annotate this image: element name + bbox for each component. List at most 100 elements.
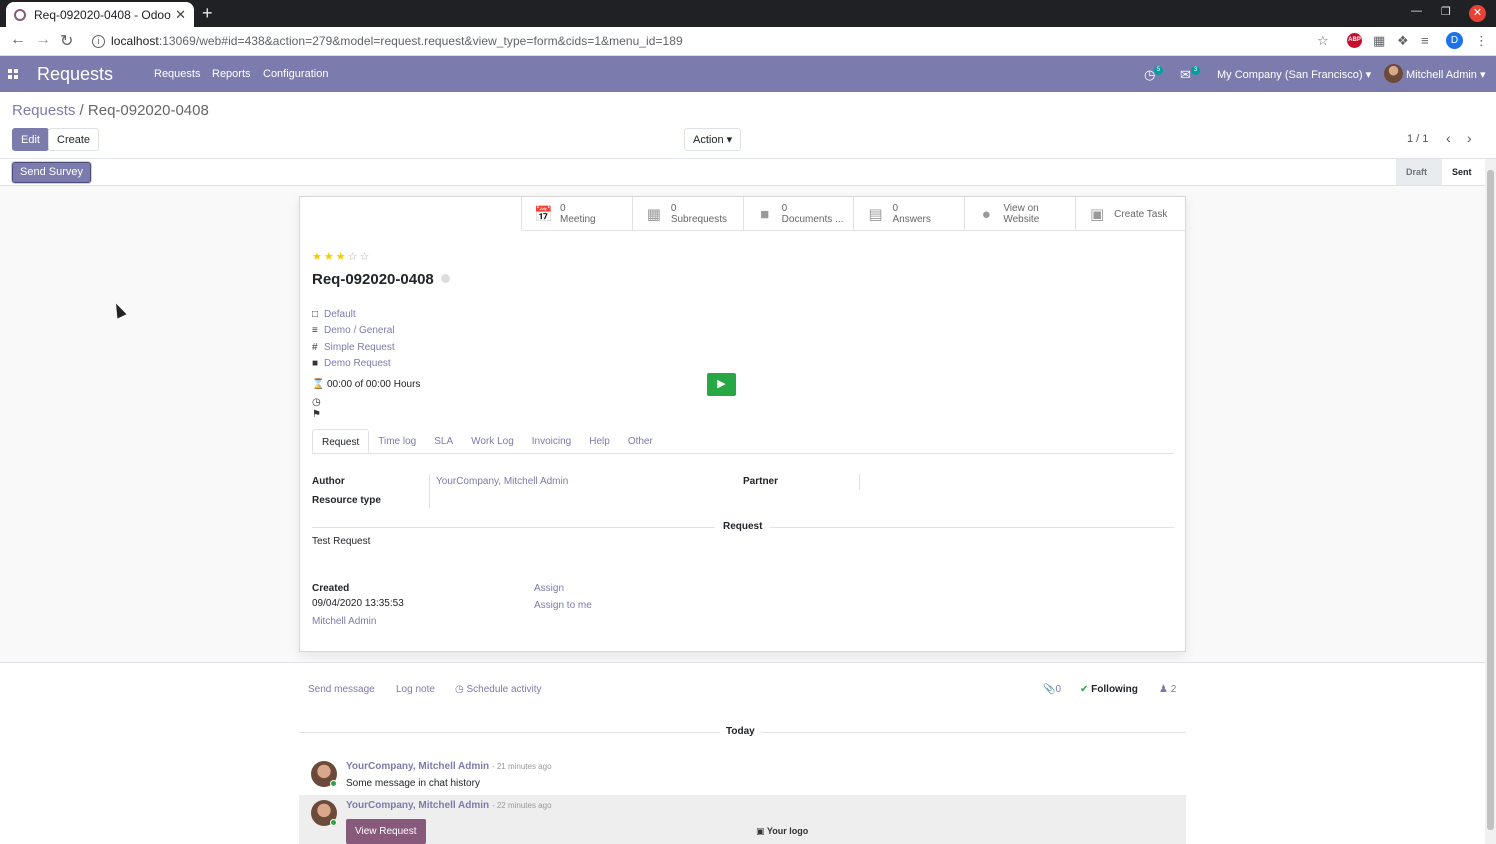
send-survey-button[interactable]: Send Survey — [12, 162, 91, 183]
message-author[interactable]: YourCompany, Mitchell Admin — [346, 761, 489, 772]
create-task-label: Create Task — [1114, 208, 1168, 220]
star-filled-icon[interactable]: ★ — [324, 251, 336, 263]
tab-request[interactable]: Request — [312, 429, 370, 453]
site-info-icon[interactable]: i — [92, 34, 105, 48]
user-menu[interactable]: Mitchell Admin ▾ — [1406, 68, 1486, 81]
kanban-state-dot[interactable] — [441, 274, 450, 283]
company-switcher[interactable]: My Company (San Francisco) ▾ — [1217, 68, 1371, 81]
browser-tab[interactable]: Req-092020-0408 - Odoo ✕ — [6, 2, 194, 27]
reload-icon[interactable]: ↻ — [60, 31, 73, 51]
category-link[interactable]: Demo / General — [324, 325, 395, 336]
star-filled-icon[interactable]: ★ — [312, 251, 324, 263]
scrollbar-thumb[interactable] — [1487, 170, 1494, 830]
forward-icon[interactable]: → — [35, 31, 51, 49]
action-label: Action — [693, 134, 724, 146]
message-author[interactable]: YourCompany, Mitchell Admin — [346, 800, 489, 811]
paperclip-icon: 📎 — [1043, 684, 1056, 695]
log-note-button[interactable]: Log note — [396, 684, 435, 695]
reading-list-icon[interactable]: ≡ — [1421, 33, 1429, 48]
created-by-link[interactable]: Mitchell Admin — [312, 616, 376, 627]
documents-count: 0 — [781, 203, 788, 214]
window-close-icon[interactable]: ✕ — [1469, 5, 1486, 22]
breadcrumb-requests[interactable]: Requests — [12, 102, 75, 119]
messages-icon[interactable]: ✉ — [1180, 67, 1191, 83]
assign-link[interactable]: Assign — [534, 583, 564, 594]
answers-label: Answers — [892, 214, 931, 225]
browser-tab-bar: Req-092020-0408 - Odoo ✕ + — ❐ ✕ — [0, 0, 1496, 27]
tab-invoicing[interactable]: Invoicing — [523, 429, 580, 453]
tab-sla[interactable]: SLA — [425, 429, 462, 453]
action-dropdown[interactable]: Action ▾ — [684, 128, 742, 151]
tab-title: Req-092020-0408 - Odoo — [34, 7, 171, 22]
kind-link[interactable]: Simple Request — [324, 342, 395, 353]
request-text-field[interactable]: Test Request — [312, 536, 370, 547]
type-link[interactable]: Default — [324, 309, 356, 320]
tab-time-log[interactable]: Time log — [369, 429, 425, 453]
website-label: Website — [1003, 214, 1040, 225]
star-filled-icon[interactable]: ★ — [336, 251, 348, 263]
apps-menu-icon[interactable] — [8, 69, 18, 79]
app-brand[interactable]: Requests — [37, 64, 113, 85]
filled-square-icon: ■ — [312, 358, 319, 369]
create-button[interactable]: Create — [48, 128, 100, 151]
pager-previous-icon[interactable]: ‹ — [1446, 130, 1451, 146]
tab-close-icon[interactable]: ✕ — [175, 7, 186, 23]
check-icon: ✔ — [1080, 684, 1089, 695]
attachments-button[interactable]: 📎0 — [1043, 684, 1061, 695]
form-statusbar: Send Survey Draft Sent — [0, 159, 1496, 186]
extension-icon[interactable]: ▦ — [1373, 33, 1385, 49]
subrequests-button[interactable]: ▦ 0 Subrequests — [631, 197, 743, 231]
resource-type-label: Resource type — [312, 495, 381, 506]
hourglass-icon: ⌛ — [312, 379, 325, 390]
pager-value[interactable]: 1 / 1 — [1407, 133, 1428, 145]
edit-button[interactable]: Edit — [12, 128, 49, 151]
author-field[interactable]: YourCompany, Mitchell Admin — [436, 476, 568, 487]
stage-draft[interactable]: Draft — [1396, 159, 1442, 185]
stage-sent[interactable]: Sent — [1442, 159, 1484, 185]
view-request-button[interactable]: View Request — [346, 819, 426, 844]
star-empty-icon[interactable]: ☆ — [348, 251, 360, 263]
bookmark-star-icon[interactable]: ☆ — [1317, 33, 1329, 49]
request-type-link[interactable]: Demo Request — [324, 358, 391, 369]
chat-message: YourCompany, Mitchell Admin - 22 minutes… — [299, 795, 1186, 844]
pager-next-icon[interactable]: › — [1467, 130, 1472, 146]
tab-work-log[interactable]: Work Log — [462, 429, 523, 453]
star-empty-icon[interactable]: ☆ — [360, 251, 372, 263]
assign-to-me-link[interactable]: Assign to me — [534, 600, 592, 611]
menu-reports[interactable]: Reports — [212, 68, 251, 80]
message-time: - 21 minutes ago — [491, 762, 552, 771]
view-on-website-button[interactable]: ● View on Website — [964, 197, 1075, 231]
documents-button[interactable]: ■ 0 Documents ... — [742, 197, 854, 231]
menu-configuration[interactable]: Configuration — [263, 68, 328, 80]
profile-avatar[interactable]: D — [1446, 32, 1463, 49]
schedule-activity-button[interactable]: ◷ Schedule activity — [455, 684, 542, 695]
tab-help[interactable]: Help — [580, 429, 619, 453]
priority-stars[interactable]: ★★★☆☆ — [312, 250, 371, 263]
following-label: Following — [1091, 684, 1138, 695]
today-label: Today — [720, 726, 761, 737]
adblock-extension-icon[interactable]: ABP — [1347, 33, 1362, 48]
create-task-button[interactable]: ▣ Create Task — [1075, 197, 1186, 231]
field-time: ⌛ 00:00 of 00:00 Hours — [312, 379, 420, 390]
browser-menu-icon[interactable]: ⋮ — [1475, 33, 1488, 49]
smart-button-box: 📅 0 Meeting ▦ 0 Subrequests ■ 0 Documents .… — [521, 197, 1186, 231]
start-timer-button[interactable]: ▶ — [707, 373, 736, 396]
tab-other[interactable]: Other — [619, 429, 662, 453]
url-field[interactable]: i localhost:13069/web#id=438&action=279&… — [84, 30, 1344, 52]
new-tab-button[interactable]: + — [202, 3, 213, 24]
puzzle-extensions-icon[interactable]: ❖ — [1397, 33, 1409, 49]
request-title: Req-092020-0408 — [312, 271, 434, 288]
meeting-button[interactable]: 📅 0 Meeting — [521, 197, 632, 231]
back-icon[interactable]: ← — [10, 31, 26, 49]
answers-button[interactable]: ▤ 0 Answers — [853, 197, 964, 231]
send-message-button[interactable]: Send message — [308, 684, 375, 695]
restore-icon[interactable]: ❐ — [1441, 5, 1451, 18]
following-button[interactable]: ✔ Following — [1080, 684, 1138, 695]
minimize-icon[interactable]: — — [1411, 5, 1422, 17]
activity-badge: 5 — [1154, 66, 1163, 75]
chat-message: YourCompany, Mitchell Admin - 21 minutes… — [299, 761, 1186, 795]
followers-button[interactable]: ♟ 2 — [1159, 684, 1176, 695]
form-notebook: Request Time log SLA Work Log Invoicing … — [312, 429, 1174, 454]
menu-requests[interactable]: Requests — [154, 68, 200, 80]
user-avatar[interactable] — [1384, 64, 1403, 83]
